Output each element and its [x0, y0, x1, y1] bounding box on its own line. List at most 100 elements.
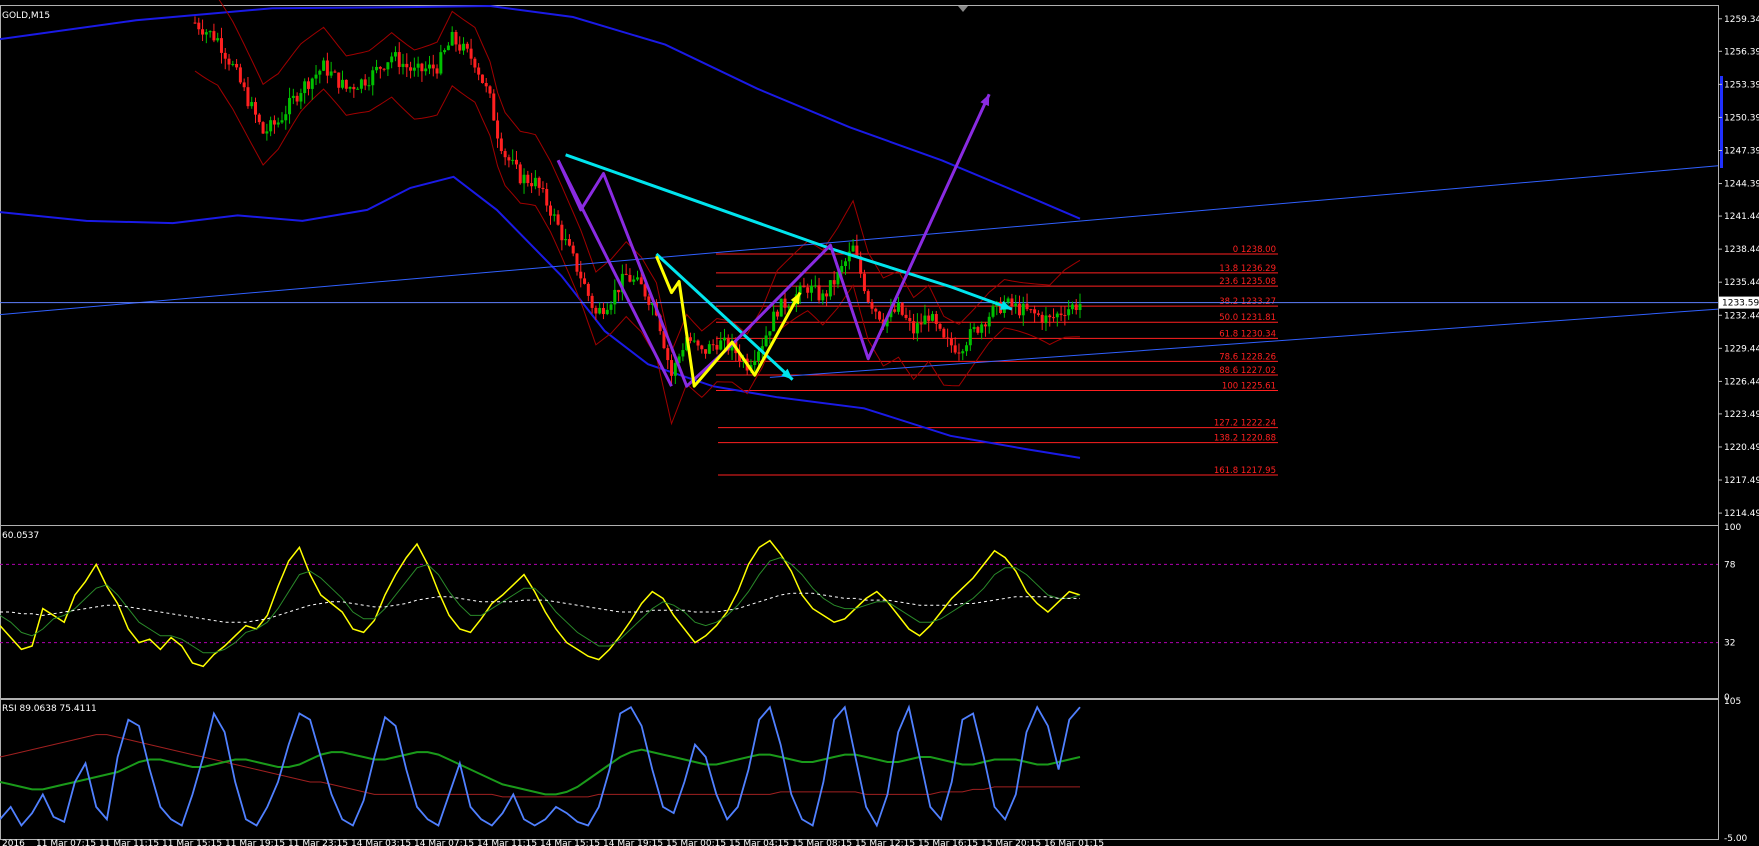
fib-level-label: 88.6 1227.02	[1219, 366, 1276, 376]
candle-body	[624, 273, 628, 275]
price-tick-label: 1235.44	[1724, 278, 1759, 288]
candle-body	[1006, 298, 1010, 303]
candle-body	[420, 63, 424, 72]
candle-body	[806, 287, 810, 293]
candle-body	[439, 52, 443, 74]
candle-body	[488, 86, 492, 94]
price-tick-label: 1220.49	[1724, 443, 1759, 453]
fib-level-label: 138.2 1220.88	[1214, 434, 1276, 444]
candle-body	[704, 349, 708, 354]
candle-body	[272, 120, 276, 125]
fib-level-label: 0 1238.00	[1233, 245, 1276, 255]
candle-body	[1063, 315, 1067, 317]
candle-body	[628, 274, 632, 282]
candle-body	[269, 120, 273, 132]
candle-body	[946, 337, 950, 339]
candle-body	[779, 298, 783, 317]
candle-body	[825, 293, 829, 297]
candle-body	[242, 82, 246, 88]
candle-body	[666, 348, 670, 361]
time-tick-label: 11 Mar 19:15	[225, 839, 285, 846]
oscillator-axis: 10078320	[1724, 523, 1741, 703]
candle-body	[821, 293, 825, 301]
candle-body	[541, 187, 545, 189]
candle-body	[908, 317, 912, 322]
time-tick-label: 15 Mar 08:15	[792, 839, 852, 846]
candle-body	[284, 114, 288, 121]
candle-body	[193, 22, 197, 24]
time-tick-label: 11 Mar 23:15	[288, 839, 348, 846]
candle-body	[609, 304, 613, 310]
time-tick-label: 11 Mar 07:15	[36, 839, 96, 846]
candle-body	[980, 324, 984, 333]
candle-body	[401, 63, 405, 67]
candle-body	[371, 70, 375, 86]
fib-level-label: 127.2 1222.24	[1214, 419, 1276, 429]
candle-body	[707, 344, 711, 354]
time-tick-label: 2016	[2, 839, 25, 846]
candle-body	[866, 291, 870, 303]
time-tick-label: 15 Mar 00:15	[666, 839, 726, 846]
candle-body	[772, 311, 776, 332]
candle-body	[953, 345, 957, 353]
candle-body	[976, 327, 980, 333]
main-price-panel[interactable]: 0 1238.0013.8 1236.2923.6 1235.0838.2 12…	[0, 0, 1719, 476]
candle-body	[617, 289, 621, 293]
price-tick-label: 1232.44	[1724, 311, 1759, 321]
candle-body	[670, 360, 674, 376]
candle-body	[571, 245, 575, 254]
candle-body	[223, 52, 227, 59]
oscillator-panel	[0, 539, 1718, 668]
candle-body	[817, 285, 821, 301]
candle-body	[927, 315, 931, 321]
candle-body	[533, 177, 537, 187]
candle-body	[511, 159, 515, 161]
candle-body	[934, 314, 938, 324]
candle-body	[367, 85, 371, 87]
candle-body	[912, 321, 916, 334]
current-price-label: 1233.59	[1722, 299, 1759, 309]
time-tick-label: 15 Mar 04:15	[729, 839, 789, 846]
candle-body	[1074, 304, 1078, 311]
candle-body	[325, 60, 329, 76]
candle-body	[579, 271, 583, 279]
trading-chart[interactable]: 0 1238.0013.8 1236.2923.6 1235.0838.2 12…	[0, 0, 1759, 846]
candle-body	[246, 87, 250, 107]
candle-body	[492, 93, 496, 121]
rsi-label: RSI 89.0638 75.4111	[2, 704, 97, 714]
bollinger-lower	[194, 70, 1081, 426]
candle-body	[647, 296, 651, 305]
rsi-series-line	[0, 734, 1080, 798]
candle-body	[393, 52, 397, 57]
candle-body	[722, 337, 726, 341]
candle-body	[201, 29, 205, 35]
oscillator-panel-frame	[0, 525, 1719, 699]
candle-body	[696, 340, 700, 346]
oscillator-tick-label: 78	[1724, 560, 1736, 570]
candle-body	[496, 120, 500, 139]
candle-body	[1059, 313, 1063, 316]
candle-body	[291, 95, 295, 98]
candle-body	[518, 164, 522, 184]
price-tick-label: 1238.44	[1724, 245, 1759, 255]
scroll-marker-icon[interactable]	[958, 6, 968, 12]
candle-body	[715, 344, 719, 350]
candle-body	[499, 138, 503, 152]
candle-body	[1048, 315, 1052, 318]
candle-body	[424, 68, 428, 72]
price-tick-label: 1217.49	[1724, 476, 1759, 486]
fib-level-label: 13.8 1236.29	[1219, 264, 1276, 274]
time-tick-label: 15 Mar 20:15	[981, 839, 1041, 846]
candle-body	[329, 71, 333, 76]
price-tick-label: 1250.39	[1724, 113, 1759, 123]
candle-body	[719, 340, 723, 350]
candle-body	[855, 245, 859, 257]
candle-body	[594, 307, 598, 314]
candle-body	[1014, 303, 1018, 307]
candle-body	[586, 283, 590, 296]
price-tick-label: 1259.34	[1724, 15, 1759, 25]
candle-body	[904, 314, 908, 318]
candle-body	[692, 340, 696, 342]
candle-body	[598, 307, 602, 314]
oscillator-series-line	[0, 557, 1081, 654]
